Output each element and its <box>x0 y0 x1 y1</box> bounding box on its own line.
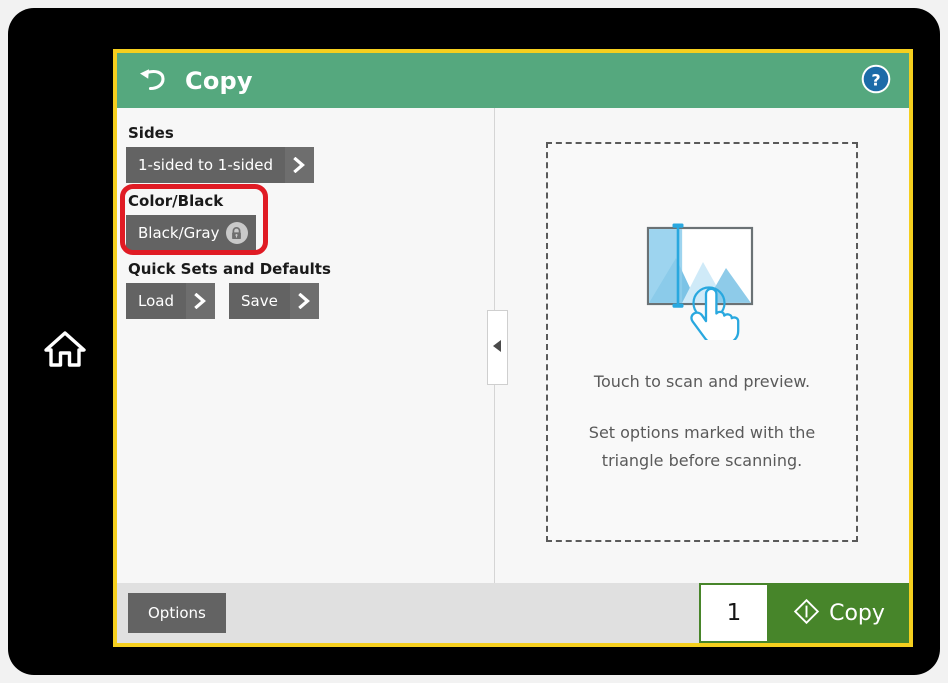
footer-bar: Options 1 Copy <box>117 583 909 643</box>
setting-group-color-black: Color/Black Black/Gray <box>120 184 494 255</box>
chevron-right-icon <box>285 147 315 183</box>
preview-pane: Touch to scan and preview. Set options m… <box>495 108 909 583</box>
page-title: Copy <box>185 66 253 95</box>
scan-preview-touch-icon <box>640 210 764 345</box>
home-button[interactable] <box>40 326 90 376</box>
chevron-right-icon <box>185 283 215 319</box>
back-arrow-icon <box>136 66 168 96</box>
save-button[interactable]: Save <box>228 283 319 319</box>
pane-collapse-handle[interactable] <box>487 310 508 385</box>
options-button[interactable]: Options <box>128 593 226 633</box>
setting-group-quick-sets: Quick Sets and Defaults Load Save <box>126 260 494 319</box>
quick-sets-button-row: Load Save <box>126 283 494 319</box>
preview-message-line1: Touch to scan and preview. <box>593 372 811 392</box>
back-button[interactable] <box>135 64 169 98</box>
app-header: Copy ? <box>117 53 909 108</box>
footer-actions: 1 Copy <box>699 583 909 643</box>
setting-label-color-black: Color/Black <box>128 192 224 210</box>
sides-value: 1-sided to 1-sided <box>126 147 286 183</box>
sides-button[interactable]: 1-sided to 1-sided <box>126 147 315 183</box>
color-black-value: Black/Gray <box>138 224 220 242</box>
help-question-icon: ? <box>860 63 892 99</box>
setting-group-sides: Sides 1-sided to 1-sided <box>126 124 494 183</box>
triangle-left-icon <box>492 338 503 357</box>
touchscreen: Copy ? Sides 1-sided to 1-sided Color/Bl… <box>113 49 913 647</box>
lock-icon <box>225 222 248 244</box>
setting-label-quick-sets: Quick Sets and Defaults <box>128 260 331 278</box>
content-area: Sides 1-sided to 1-sided Color/Black Bla… <box>117 108 909 583</box>
help-button[interactable]: ? <box>859 64 893 98</box>
copy-count-field[interactable]: 1 <box>699 583 769 643</box>
chevron-right-icon <box>289 283 319 319</box>
copy-diamond-icon <box>793 598 820 629</box>
printer-control-panel-bezel: Copy ? Sides 1-sided to 1-sided Color/Bl… <box>8 8 940 675</box>
load-button[interactable]: Load <box>126 283 215 319</box>
preview-message-line2: Set options marked with the triangle bef… <box>588 423 816 470</box>
copy-button-label: Copy <box>829 600 885 626</box>
load-label: Load <box>126 283 186 319</box>
setting-label-sides: Sides <box>128 124 174 142</box>
settings-pane: Sides 1-sided to 1-sided Color/Black Bla… <box>117 108 495 583</box>
color-black-button[interactable]: Black/Gray <box>126 215 256 251</box>
home-icon <box>43 329 87 373</box>
save-label: Save <box>228 283 290 319</box>
scan-preview-dropzone[interactable]: Touch to scan and preview. Set options m… <box>546 142 858 542</box>
start-copy-button[interactable]: Copy <box>769 583 909 643</box>
svg-text:?: ? <box>871 70 880 89</box>
